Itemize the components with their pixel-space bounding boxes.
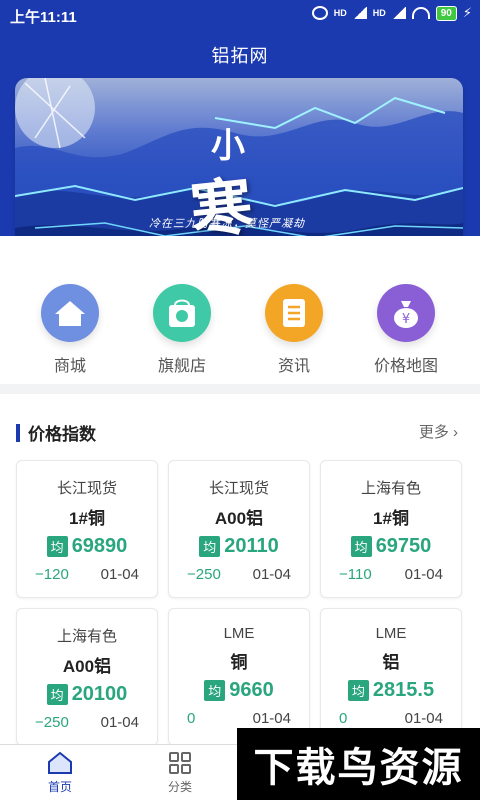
- price-product: A00铝: [62, 657, 112, 676]
- quick-link-price-map[interactable]: ¥ 价格地图: [358, 284, 454, 376]
- news-document-icon: [265, 284, 323, 342]
- grid-icon: [167, 751, 193, 775]
- avg-badge: 均: [46, 684, 68, 705]
- price-change: −110: [339, 566, 372, 583]
- tab-home[interactable]: 首页: [20, 751, 100, 795]
- tab-label: 分类: [167, 780, 192, 794]
- battery-icon: 90: [435, 5, 457, 21]
- avg-badge: 均: [350, 536, 372, 557]
- section-accent-bar: [16, 423, 20, 442]
- price-source: LME: [375, 625, 407, 642]
- price-product: 铜: [230, 653, 248, 672]
- section-header: 价格指数: [16, 420, 96, 445]
- quick-link-label: 资讯: [277, 358, 310, 375]
- price-date: 01-04: [252, 566, 291, 583]
- price-date: 01-04: [100, 566, 139, 583]
- avg-price: 20100: [71, 683, 128, 705]
- quick-link-label: 旗舰店: [157, 358, 206, 375]
- price-card[interactable]: 上海有色 1#铜 均 69750 −110 01-04: [320, 460, 462, 598]
- price-source: 长江现货: [208, 480, 269, 497]
- status-time: 上午11:11: [10, 9, 77, 26]
- quick-link-label: 价格地图: [373, 358, 438, 375]
- price-change: −120: [35, 566, 69, 583]
- svg-text:¥: ¥: [402, 312, 410, 327]
- price-index-section: 价格指数 更多 › 长江现货 1#铜 均 69890 −120 01-04 长江现货…: [0, 394, 480, 746]
- price-date: 01-04: [404, 566, 443, 583]
- avg-badge: 均: [46, 536, 68, 557]
- quick-link-label: 商城: [53, 358, 86, 375]
- price-change: 0: [339, 710, 348, 727]
- price-change: −250: [187, 566, 221, 583]
- price-card[interactable]: 上海有色 A00铝 均 20100 −250 01-04: [16, 608, 158, 746]
- price-source: 上海有色: [56, 628, 117, 645]
- avg-price: 69750: [375, 535, 432, 557]
- price-card[interactable]: 长江现货 1#铜 均 69890 −120 01-04: [16, 460, 158, 598]
- quick-links: 商城 旗舰店 资讯 ¥ 价格地图: [0, 236, 480, 384]
- shopping-bag-icon: [153, 284, 211, 342]
- price-card[interactable]: LME 铝 均 2815.5 0 01-04: [320, 608, 462, 746]
- price-card[interactable]: 长江现货 A00铝 均 20110 −250 01-04: [168, 460, 310, 598]
- hd-signal-label-2: HD: [372, 8, 386, 18]
- avg-price: 69890: [71, 535, 128, 557]
- price-source: 长江现货: [56, 480, 117, 497]
- price-source: 上海有色: [360, 480, 421, 497]
- tab-label: 首页: [47, 780, 72, 794]
- avg-price: 2815.5: [372, 679, 435, 701]
- more-link[interactable]: 更多 ›: [419, 421, 458, 442]
- tab-category[interactable]: 分类: [140, 751, 220, 795]
- avg-price: 9660: [229, 679, 274, 701]
- money-bag-icon: ¥: [377, 284, 435, 342]
- wifi-icon: [411, 7, 430, 19]
- price-product: A00铝: [214, 509, 264, 528]
- avg-price: 20110: [224, 535, 279, 557]
- price-card[interactable]: LME 铜 均 9660 0 01-04: [168, 608, 310, 746]
- signal-icon: [391, 7, 406, 19]
- banner-slogan: 冷在三九防寒冻，莫怪严凝劫: [149, 218, 305, 230]
- quick-link-mall[interactable]: 商城: [22, 284, 118, 376]
- price-date: 01-04: [252, 710, 291, 727]
- status-bar: 上午11:11 HD HD 90 ⚡: [0, 0, 480, 30]
- watermark: 下载鸟资源: [237, 728, 480, 800]
- hd-signal-label-1: HD: [333, 8, 347, 18]
- home-icon: [47, 751, 73, 775]
- price-product: 1#铜: [373, 509, 409, 528]
- price-date: 01-04: [404, 710, 443, 727]
- avg-badge: 均: [199, 536, 221, 557]
- quick-link-flagship-store[interactable]: 旗舰店: [134, 284, 230, 376]
- quick-link-news[interactable]: 资讯: [246, 284, 342, 376]
- app-title: 铝拓网: [211, 46, 269, 66]
- chevron-right-icon: ›: [453, 424, 458, 441]
- avg-badge: 均: [204, 680, 226, 701]
- charging-icon: ⚡: [462, 5, 472, 20]
- price-change: 0: [187, 710, 196, 727]
- section-title: 价格指数: [28, 425, 96, 444]
- avg-badge: 均: [347, 680, 369, 701]
- price-change: −250: [35, 714, 69, 731]
- signal-icon: [352, 7, 367, 19]
- price-product: 1#铜: [69, 509, 105, 528]
- home-icon: [41, 284, 99, 342]
- price-product: 铝: [382, 653, 400, 672]
- alarm-icon: [311, 6, 328, 20]
- price-date: 01-04: [100, 714, 139, 731]
- price-source: LME: [223, 625, 255, 642]
- more-label: 更多: [418, 424, 449, 441]
